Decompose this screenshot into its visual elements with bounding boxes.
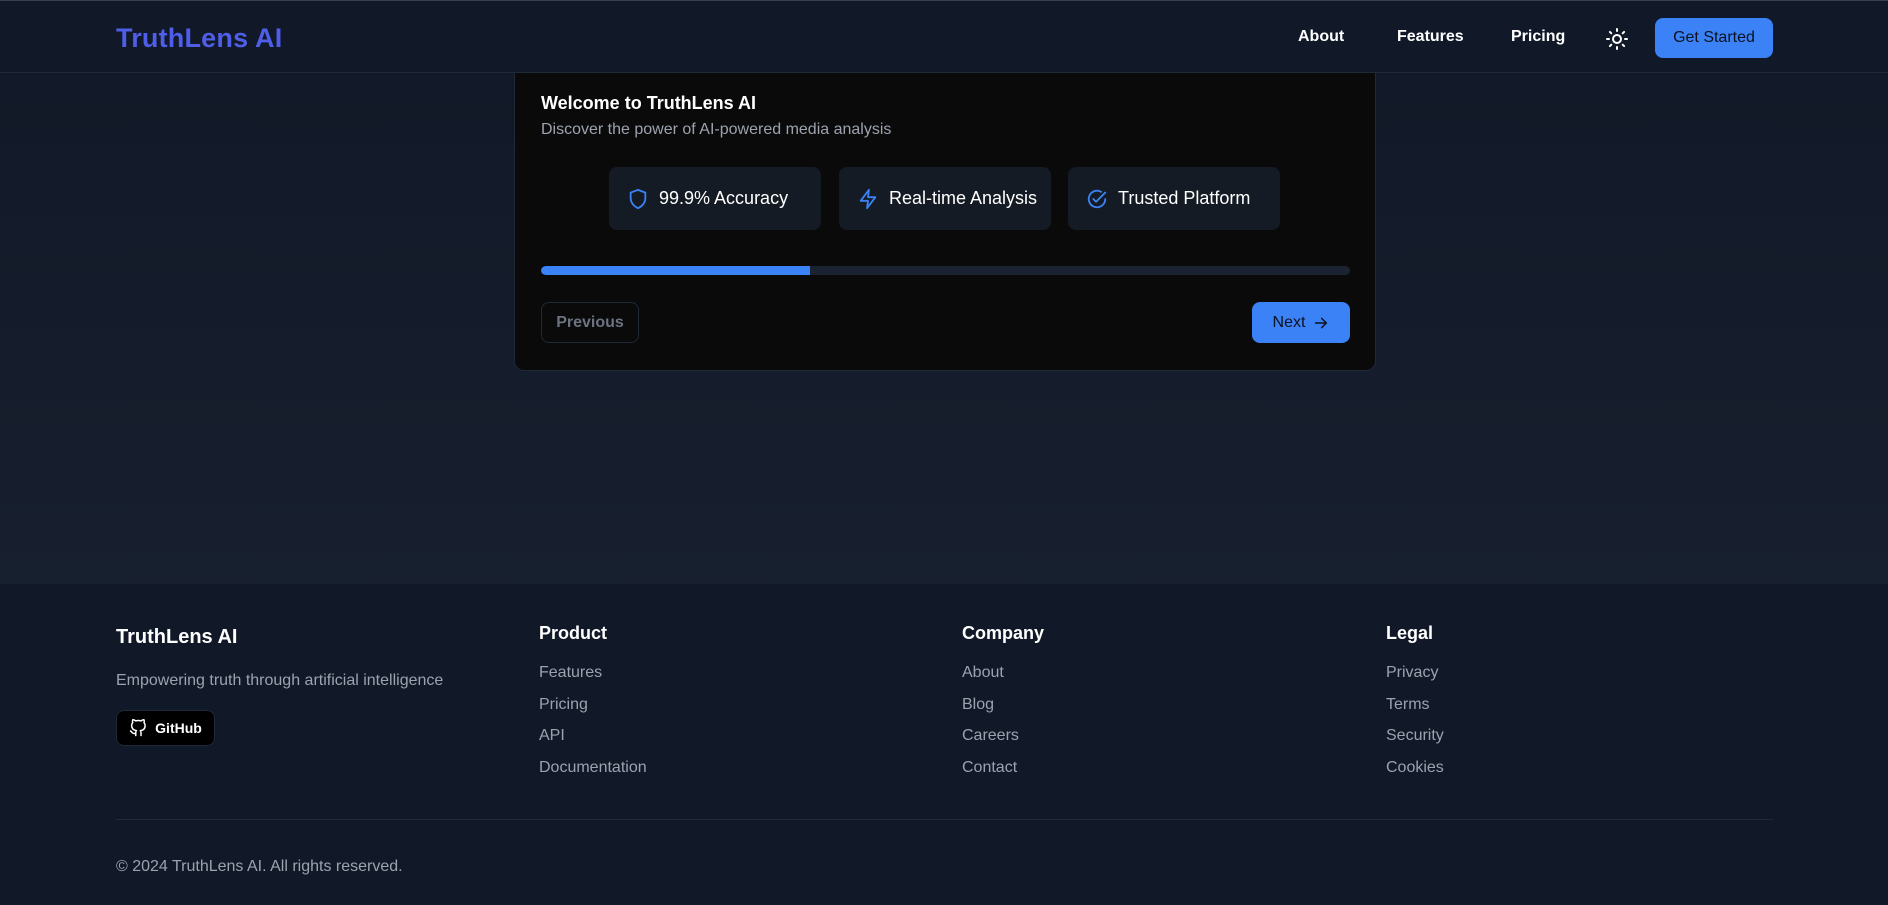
footer-link-documentation[interactable]: Documentation (539, 758, 647, 790)
footer-col-product: Product Features Pricing API Documentati… (539, 623, 647, 789)
nav-pricing[interactable]: Pricing (1511, 28, 1565, 46)
welcome-card: Welcome to TruthLens AI Discover the pow… (514, 73, 1376, 371)
logo[interactable]: TruthLens AI (116, 23, 282, 54)
nav-features[interactable]: Features (1397, 28, 1464, 46)
footer-link-privacy[interactable]: Privacy (1386, 663, 1444, 695)
next-button[interactable]: Next (1252, 302, 1350, 343)
footer-tagline: Empowering truth through artificial inte… (116, 672, 444, 689)
footer-link-about[interactable]: About (962, 663, 1044, 695)
footer-brand: TruthLens AI (116, 626, 238, 648)
footer-link-security[interactable]: Security (1386, 726, 1444, 758)
get-started-button[interactable]: Get Started (1655, 18, 1773, 58)
footer-col-title: Legal (1386, 623, 1434, 643)
feature-label: 99.9% Accuracy (659, 188, 789, 208)
github-button[interactable]: GitHub (116, 710, 215, 746)
footer-col-legal: Legal Privacy Terms Security Cookies (1386, 623, 1444, 789)
shield-icon (627, 188, 649, 210)
github-label: GitHub (155, 720, 202, 736)
footer-link-cookies[interactable]: Cookies (1386, 758, 1444, 790)
feature-trusted: Trusted Platform (1068, 167, 1280, 230)
footer-link-careers[interactable]: Careers (962, 726, 1044, 758)
feature-realtime: Real-time Analysis (839, 167, 1051, 230)
footer-link-features[interactable]: Features (539, 663, 647, 695)
previous-button[interactable]: Previous (541, 302, 639, 343)
next-label: Next (1272, 313, 1306, 331)
footer-col-company: Company About Blog Careers Contact (962, 623, 1044, 789)
welcome-title: Welcome to TruthLens AI (541, 93, 757, 113)
onboarding-progress-bar (541, 266, 1350, 275)
nav-about[interactable]: About (1298, 28, 1344, 46)
footer-link-api[interactable]: API (539, 726, 647, 758)
feature-accuracy: 99.9% Accuracy (609, 167, 821, 230)
footer-divider (116, 819, 1773, 820)
sun-icon[interactable] (1605, 27, 1629, 51)
lightning-icon (857, 188, 879, 210)
feature-label: Trusted Platform (1118, 188, 1251, 208)
arrow-right-icon (1313, 315, 1329, 331)
footer-col-title: Company (962, 623, 1045, 643)
github-icon (129, 719, 147, 737)
footer-link-pricing[interactable]: Pricing (539, 695, 647, 727)
welcome-subtitle: Discover the power of AI-powered media a… (541, 121, 892, 138)
footer-link-contact[interactable]: Contact (962, 758, 1044, 790)
progress-fill (541, 266, 811, 275)
site-footer: TruthLens AI Empowering truth through ar… (0, 584, 1888, 905)
footer-link-terms[interactable]: Terms (1386, 695, 1444, 727)
check-circle-icon (1086, 188, 1108, 210)
feature-label: Real-time Analysis (889, 188, 1038, 208)
footer-link-blog[interactable]: Blog (962, 695, 1044, 727)
copyright: © 2024 TruthLens AI. All rights reserved… (116, 858, 403, 875)
footer-col-title: Product (539, 623, 608, 643)
site-header: TruthLens AI About Features Pricing Get … (0, 1, 1888, 73)
